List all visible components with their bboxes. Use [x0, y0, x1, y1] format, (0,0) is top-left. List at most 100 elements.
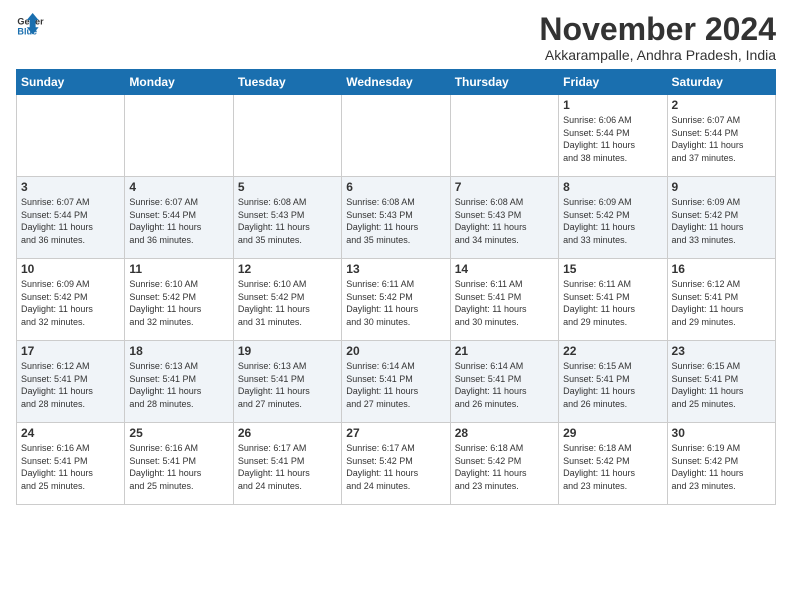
day-number: 26	[238, 426, 337, 440]
table-row: 7 Sunrise: 6:08 AM Sunset: 5:43 PM Daylig…	[450, 177, 558, 259]
table-row: 13 Sunrise: 6:11 AM Sunset: 5:42 PM Dayli…	[342, 259, 450, 341]
day-number: 2	[672, 98, 771, 112]
day-number: 6	[346, 180, 445, 194]
day-number: 28	[455, 426, 554, 440]
table-row: 23 Sunrise: 6:15 AM Sunset: 5:41 PM Dayli…	[667, 341, 775, 423]
day-number: 14	[455, 262, 554, 276]
day-number: 7	[455, 180, 554, 194]
day-number: 13	[346, 262, 445, 276]
day-info: Sunrise: 6:11 AM Sunset: 5:41 PM Dayligh…	[563, 278, 662, 328]
day-info: Sunrise: 6:15 AM Sunset: 5:41 PM Dayligh…	[672, 360, 771, 410]
day-number: 29	[563, 426, 662, 440]
day-info: Sunrise: 6:09 AM Sunset: 5:42 PM Dayligh…	[21, 278, 120, 328]
table-row: 11Sunrise: 6:10 AM Sunset: 5:42 PM Dayli…	[125, 259, 233, 341]
header-tuesday: Tuesday	[233, 70, 341, 95]
table-row: 1 Sunrise: 6:06 AM Sunset: 5:44 PM Daylig…	[559, 95, 667, 177]
header-wednesday: Wednesday	[342, 70, 450, 95]
table-row: 24Sunrise: 6:16 AM Sunset: 5:41 PM Dayli…	[17, 423, 125, 505]
table-row: 19 Sunrise: 6:13 AM Sunset: 5:41 PM Dayli…	[233, 341, 341, 423]
day-number: 20	[346, 344, 445, 358]
location: Akkarampalle, Andhra Pradesh, India	[539, 47, 776, 63]
header-sunday: Sunday	[17, 70, 125, 95]
table-row: 4 Sunrise: 6:07 AM Sunset: 5:44 PM Daylig…	[125, 177, 233, 259]
table-row: 8 Sunrise: 6:09 AM Sunset: 5:42 PM Daylig…	[559, 177, 667, 259]
table-row: 3Sunrise: 6:07 AM Sunset: 5:44 PM Daylig…	[17, 177, 125, 259]
day-number: 23	[672, 344, 771, 358]
day-info: Sunrise: 6:07 AM Sunset: 5:44 PM Dayligh…	[672, 114, 771, 164]
table-row: 9 Sunrise: 6:09 AM Sunset: 5:42 PM Daylig…	[667, 177, 775, 259]
day-info: Sunrise: 6:10 AM Sunset: 5:42 PM Dayligh…	[129, 278, 228, 328]
table-row: 27 Sunrise: 6:17 AM Sunset: 5:42 PM Dayli…	[342, 423, 450, 505]
day-number: 8	[563, 180, 662, 194]
day-number: 19	[238, 344, 337, 358]
day-info: Sunrise: 6:08 AM Sunset: 5:43 PM Dayligh…	[346, 196, 445, 246]
day-info: Sunrise: 6:14 AM Sunset: 5:41 PM Dayligh…	[455, 360, 554, 410]
table-row: 5 Sunrise: 6:08 AM Sunset: 5:43 PM Daylig…	[233, 177, 341, 259]
day-info: Sunrise: 6:17 AM Sunset: 5:41 PM Dayligh…	[238, 442, 337, 492]
day-number: 30	[672, 426, 771, 440]
day-info: Sunrise: 6:12 AM Sunset: 5:41 PM Dayligh…	[672, 278, 771, 328]
day-info: Sunrise: 6:09 AM Sunset: 5:42 PM Dayligh…	[672, 196, 771, 246]
day-number: 25	[129, 426, 228, 440]
day-info: Sunrise: 6:13 AM Sunset: 5:41 PM Dayligh…	[129, 360, 228, 410]
day-info: Sunrise: 6:08 AM Sunset: 5:43 PM Dayligh…	[455, 196, 554, 246]
month-title: November 2024	[539, 12, 776, 47]
table-row: 10 Sunrise: 6:09 AM Sunset: 5:42 PM Dayli…	[17, 259, 125, 341]
table-row: 21 Sunrise: 6:14 AM Sunset: 5:41 PM Dayli…	[450, 341, 558, 423]
table-row: 17Sunrise: 6:12 AM Sunset: 5:41 PM Dayli…	[17, 341, 125, 423]
day-info: Sunrise: 6:13 AM Sunset: 5:41 PM Dayligh…	[238, 360, 337, 410]
day-number: 27	[346, 426, 445, 440]
day-info: Sunrise: 6:07 AM Sunset: 5:44 PM Dayligh…	[129, 196, 228, 246]
day-number: 16	[672, 262, 771, 276]
calendar: Sunday Monday Tuesday Wednesday Thursday…	[16, 69, 776, 505]
logo-icon: General Blue	[16, 12, 44, 40]
header-monday: Monday	[125, 70, 233, 95]
table-row: 26 Sunrise: 6:17 AM Sunset: 5:41 PM Dayli…	[233, 423, 341, 505]
day-info: Sunrise: 6:11 AM Sunset: 5:41 PM Dayligh…	[455, 278, 554, 328]
table-row	[233, 95, 341, 177]
day-number: 10	[21, 262, 120, 276]
title-block: November 2024 Akkarampalle, Andhra Prade…	[539, 12, 776, 63]
day-info: Sunrise: 6:18 AM Sunset: 5:42 PM Dayligh…	[455, 442, 554, 492]
day-number: 12	[238, 262, 337, 276]
table-row: 16 Sunrise: 6:12 AM Sunset: 5:41 PM Dayli…	[667, 259, 775, 341]
day-number: 15	[563, 262, 662, 276]
day-info: Sunrise: 6:18 AM Sunset: 5:42 PM Dayligh…	[563, 442, 662, 492]
table-row	[17, 95, 125, 177]
day-info: Sunrise: 6:09 AM Sunset: 5:42 PM Dayligh…	[563, 196, 662, 246]
table-row: 18Sunrise: 6:13 AM Sunset: 5:41 PM Dayli…	[125, 341, 233, 423]
table-row: 15 Sunrise: 6:11 AM Sunset: 5:41 PM Dayli…	[559, 259, 667, 341]
day-info: Sunrise: 6:11 AM Sunset: 5:42 PM Dayligh…	[346, 278, 445, 328]
table-row: 2 Sunrise: 6:07 AM Sunset: 5:44 PM Daylig…	[667, 95, 775, 177]
table-row: 22 Sunrise: 6:15 AM Sunset: 5:41 PM Dayli…	[559, 341, 667, 423]
day-number: 1	[563, 98, 662, 112]
day-number: 24	[21, 426, 120, 440]
day-info: Sunrise: 6:12 AM Sunset: 5:41 PM Dayligh…	[21, 360, 120, 410]
day-info: Sunrise: 6:06 AM Sunset: 5:44 PM Dayligh…	[563, 114, 662, 164]
day-info: Sunrise: 6:15 AM Sunset: 5:41 PM Dayligh…	[563, 360, 662, 410]
page: General Blue November 2024 Akkarampalle,…	[0, 0, 792, 612]
day-info: Sunrise: 6:19 AM Sunset: 5:42 PM Dayligh…	[672, 442, 771, 492]
day-info: Sunrise: 6:14 AM Sunset: 5:41 PM Dayligh…	[346, 360, 445, 410]
day-info: Sunrise: 6:17 AM Sunset: 5:42 PM Dayligh…	[346, 442, 445, 492]
header: General Blue November 2024 Akkarampalle,…	[16, 12, 776, 63]
table-row	[450, 95, 558, 177]
header-friday: Friday	[559, 70, 667, 95]
table-row: 28 Sunrise: 6:18 AM Sunset: 5:42 PM Dayli…	[450, 423, 558, 505]
logo: General Blue	[16, 12, 44, 40]
day-number: 4	[129, 180, 228, 194]
table-row: 6 Sunrise: 6:08 AM Sunset: 5:43 PM Daylig…	[342, 177, 450, 259]
day-number: 9	[672, 180, 771, 194]
table-row: 30 Sunrise: 6:19 AM Sunset: 5:42 PM Dayli…	[667, 423, 775, 505]
table-row: 12Sunrise: 6:10 AM Sunset: 5:42 PM Dayli…	[233, 259, 341, 341]
day-info: Sunrise: 6:16 AM Sunset: 5:41 PM Dayligh…	[129, 442, 228, 492]
calendar-header-row: Sunday Monday Tuesday Wednesday Thursday…	[17, 70, 776, 95]
table-row: 14 Sunrise: 6:11 AM Sunset: 5:41 PM Dayli…	[450, 259, 558, 341]
table-row	[342, 95, 450, 177]
header-thursday: Thursday	[450, 70, 558, 95]
day-number: 22	[563, 344, 662, 358]
day-info: Sunrise: 6:08 AM Sunset: 5:43 PM Dayligh…	[238, 196, 337, 246]
day-number: 3	[21, 180, 120, 194]
day-number: 21	[455, 344, 554, 358]
day-number: 5	[238, 180, 337, 194]
